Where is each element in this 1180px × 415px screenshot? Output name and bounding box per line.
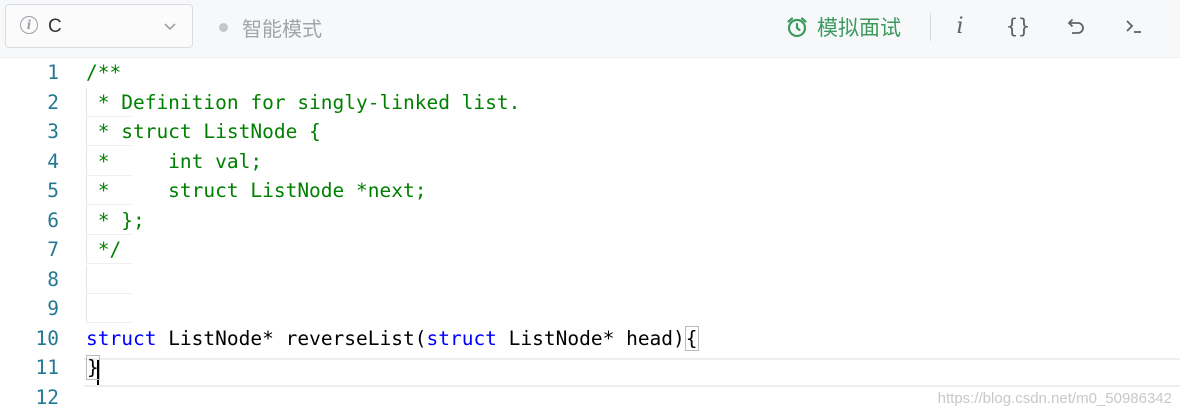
code-token: } [86,355,100,380]
line-number: 11 [35,356,59,379]
code-line: 2 * Definition for singly-linked list. [0,87,1180,117]
code-line: 4 * int val; [0,146,1180,176]
mock-interview-button[interactable]: 模拟面试 [785,12,901,42]
code-line: 7 */ [0,235,1180,264]
line-number: 1 [47,61,59,84]
line-number: 7 [47,238,59,261]
editor-toolbar: i C 智能模式 模拟面试 i {} [0,0,1180,58]
comment-token: * Definition for singly-linked list. [86,90,521,114]
mock-interview-label: 模拟面试 [817,16,901,40]
code-line: 6 * }; [0,205,1180,235]
comment-token: * struct ListNode { [86,120,321,143]
language-select[interactable]: i C [5,4,193,48]
code-editor[interactable]: 1 /** 2 * Definition for singly-linked lis… [0,58,1180,415]
code-line: 1 /** [0,58,1180,87]
comment-token: * struct ListNode *next; [86,179,427,202]
keyword-token: struct [86,326,157,350]
code-line: 11} [0,353,1180,382]
smart-mode-toggle[interactable]: 智能模式 [219,13,322,42]
reset-icon[interactable] [1059,10,1091,42]
watermark: https://blog.csdn.net/m0_50986342 [937,390,1172,407]
code-token: ListNode* head) [496,326,685,350]
code-text: * int val; [86,147,262,176]
language-value: C [48,16,62,37]
line-number: 12 [35,385,59,409]
code-text: * struct ListNode { [86,117,321,146]
info-icon: i [20,16,38,34]
code-line: 10 struct ListNode* reverseList(struct Li… [0,324,1180,353]
code-text: * }; [86,206,145,235]
code-text: * struct ListNode *next; [86,176,427,205]
code-text: /** [86,58,121,87]
indent-guide [86,294,132,323]
toolbar-divider [930,13,931,41]
mode-status-dot [219,23,228,32]
terminal-icon[interactable] [1118,10,1150,42]
line-number: 10 [35,326,59,350]
code-line: 3 * struct ListNode { [0,117,1180,146]
indent-guide [86,264,132,294]
alarm-clock-icon [787,17,807,38]
line-number: 4 [47,149,59,173]
chevron-down-icon [164,23,176,31]
line-number: 6 [47,208,59,232]
comment-token: * int val; [86,149,263,173]
code-token: { [684,325,699,351]
comment-token: * }; [86,208,145,232]
line-number: 5 [47,179,59,202]
mode-label: 智能模式 [242,17,322,41]
braces-icon[interactable]: {} [1002,10,1034,42]
code-text: struct ListNode* reverseList(struct List… [86,324,699,353]
code-text: */ [86,235,122,264]
line-number: 9 [47,297,59,320]
code-token: ListNode* reverseList( [156,326,427,350]
comment-token: */ [86,238,122,261]
code-line: 8 [0,264,1180,294]
code-line: 9 [0,294,1180,323]
line-number: 2 [47,90,59,114]
code-line: 5 * struct ListNode *next; [0,176,1180,205]
code-text: } [86,353,100,382]
code-text: * Definition for singly-linked list. [86,88,521,117]
line-number: 3 [47,120,59,143]
keyword-token: struct [426,326,497,350]
info-italic-icon[interactable]: i [944,10,976,42]
line-number: 8 [47,267,59,291]
comment-token: /** [86,61,122,84]
